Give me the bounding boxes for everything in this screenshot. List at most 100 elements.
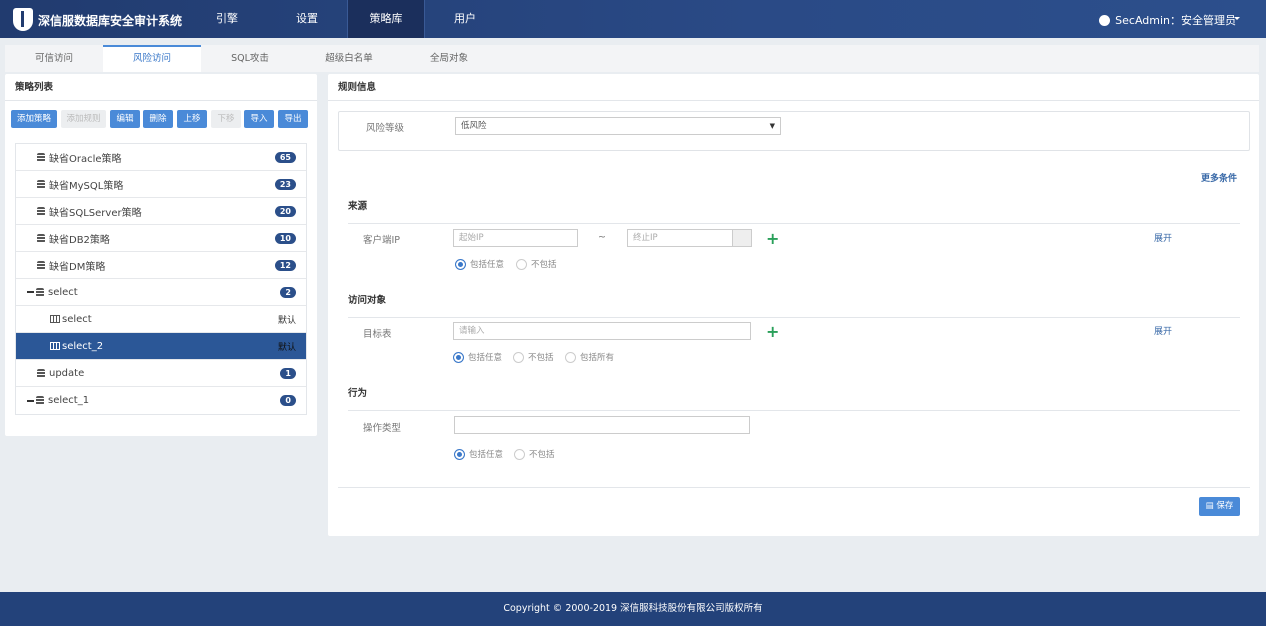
divider [338,487,1250,488]
list-item[interactable]: update 1 [16,360,306,387]
radio-label: 包括所有 [580,353,615,363]
item-label: select [62,313,92,325]
footer-copyright: Copyright © 2000-2019 深信服科技股份有限公司版权所有 [0,592,1266,626]
panel-title: 策略列表 [5,74,317,101]
radio-icon [513,351,524,363]
nav-engine[interactable]: 引擎 [188,0,266,38]
tab-global-objects[interactable]: 全局对象 [400,45,498,72]
count-badge: 1 [280,367,296,379]
radio-exclude[interactable]: 不包括 [514,448,555,460]
list-item[interactable]: 缺省SQLServer策略 20 [16,198,306,225]
radio-label: 包括任意 [470,260,505,270]
count-badge: 20 [274,205,296,217]
tab-risk-access[interactable]: 风险访问 [103,45,201,72]
radio-label: 不包括 [528,353,554,363]
database-icon [37,233,45,243]
radio-exclude[interactable]: 不包括 [516,258,557,270]
target-table-label: 目标表 [363,329,392,340]
collapse-icon[interactable] [27,291,34,293]
tab-trusted-access[interactable]: 可信访问 [5,45,103,72]
collapse-icon[interactable] [27,399,34,402]
top-header: 深信服数据库安全审计系统 引擎 设置 策略库 用户 SecAdmin：安全管理员 [0,0,1266,38]
export-button[interactable]: 导出 [278,110,308,128]
list-item[interactable]: select_1 0 [16,387,306,414]
list-item[interactable]: 缺省DB2策略 10 [16,225,306,252]
dropdown-toggle[interactable] [732,230,751,246]
default-tag: 默认 [277,342,296,353]
radio-include-any[interactable]: 包括任意 [453,351,502,363]
nav-policy-library[interactable]: 策略库 [347,0,425,38]
item-label: 缺省MySQL策略 [49,180,124,192]
nav-settings[interactable]: 设置 [268,0,346,38]
more-conditions-link[interactable]: 更多条件 [1201,171,1237,184]
operation-type-label: 操作类型 [363,423,402,434]
radio-icon [454,448,465,460]
radio-exclude[interactable]: 不包括 [513,351,554,363]
move-up-button[interactable]: 上移 [177,110,207,128]
import-button[interactable]: 导入 [244,110,274,128]
item-label: select [48,286,78,298]
nav-users[interactable]: 用户 [426,0,504,38]
app-title: 深信服数据库安全审计系统 [38,14,183,28]
shield-logo-icon [13,8,33,31]
radio-include-all[interactable]: 包括所有 [565,351,614,363]
delete-button[interactable]: 删除 [143,110,173,128]
radio-icon [455,258,466,270]
radio-label: 不包括 [531,260,557,270]
tab-sql-attack[interactable]: SQL攻击 [201,45,299,72]
divider [348,223,1240,224]
count-badge: 0 [280,395,296,406]
client-ip-label: 客户端IP [363,235,401,246]
risk-level-select[interactable]: 低风险 ▼ [455,117,781,135]
list-item[interactable]: 缺省Oracle策略 65 [16,144,306,171]
target-table-input[interactable]: 请输入 [453,322,751,340]
list-item[interactable]: 缺省DM策略 12 [16,252,306,279]
database-icon [37,179,45,189]
operation-type-input[interactable] [454,416,750,434]
risk-level-label: 风险等级 [366,123,405,134]
behavior-section-title: 行为 [348,388,368,399]
end-ip-input[interactable]: 终止IP [627,229,752,247]
database-icon [37,368,45,378]
item-label: 缺省SQLServer策略 [49,207,142,219]
divider [348,317,1240,318]
list-item-selected[interactable]: select_2 默认 [16,333,306,360]
count-badge: 65 [274,151,296,163]
item-label: select_1 [48,395,90,406]
edit-button[interactable]: 编辑 [110,110,140,128]
chevron-down-icon[interactable] [1234,17,1240,23]
object-section-title: 访问对象 [348,295,387,306]
add-ip-plus-icon[interactable]: + [766,229,779,248]
tab-super-whitelist[interactable]: 超级白名单 [300,45,398,72]
radio-icon [565,351,576,363]
item-label: 缺省DB2策略 [49,234,110,246]
add-rule-button[interactable]: 添加规则 [61,110,106,128]
radio-icon [453,351,464,363]
add-policy-button[interactable]: 添加策略 [11,110,57,128]
move-down-button[interactable]: 下移 [211,110,241,128]
user-menu[interactable]: SecAdmin：安全管理员 [1099,12,1236,28]
start-ip-input[interactable]: 起始IP [453,229,578,247]
list-item[interactable]: select 2 [16,279,306,306]
add-table-plus-icon[interactable]: + [766,322,779,341]
expand-object-link[interactable]: 展开 [1154,324,1172,337]
radio-include-any[interactable]: 包括任意 [455,258,504,270]
list-item[interactable]: 缺省MySQL策略 23 [16,171,306,198]
source-section-title: 来源 [348,201,368,212]
table-icon [50,342,60,350]
radio-icon [514,448,525,460]
save-button[interactable]: ▤ 保存 [1199,497,1240,516]
radio-label: 包括任意 [468,353,503,363]
database-icon [37,152,45,162]
item-label: 缺省DM策略 [49,261,106,273]
list-item[interactable]: select 默认 [16,306,306,333]
item-label: select_2 [62,340,104,352]
radio-include-any[interactable]: 包括任意 [454,448,503,460]
end-ip-placeholder: 终止IP [633,233,658,243]
default-tag: 默认 [277,315,296,326]
radio-label: 不包括 [529,450,555,460]
tab-bar: 可信访问 风险访问 SQL攻击 超级白名单 全局对象 [5,45,1259,72]
table-icon [50,315,60,323]
range-separator: ~ [598,232,606,243]
expand-source-link[interactable]: 展开 [1154,231,1172,244]
